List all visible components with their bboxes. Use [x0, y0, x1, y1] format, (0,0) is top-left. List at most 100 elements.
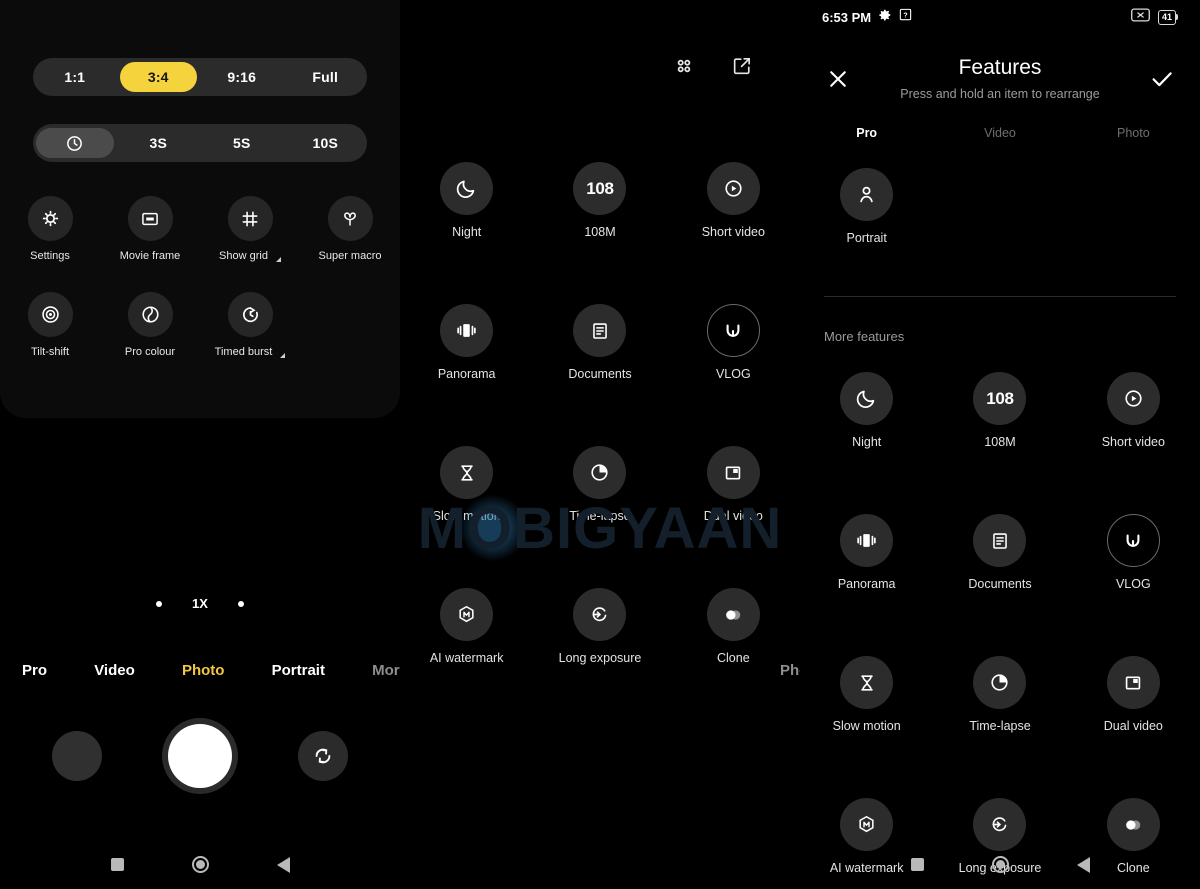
timer-option-5s[interactable]: 5S [203, 128, 281, 158]
circle-home-icon[interactable] [191, 856, 209, 873]
edit-icon[interactable] [728, 52, 756, 80]
gear-icon [878, 8, 892, 27]
panorama-icon [440, 304, 494, 357]
aspect-ratio-option-full[interactable]: Full [287, 62, 365, 92]
mode-more[interactable]: More [372, 662, 400, 679]
tab-pro[interactable]: Pro [800, 126, 933, 140]
android-nav-bar [800, 840, 1200, 889]
feature-short-video[interactable]: Short video [667, 162, 800, 239]
gallery-thumbnail-button[interactable] [52, 730, 102, 781]
mode-pro[interactable]: Pro [22, 662, 47, 679]
play-circle-icon [706, 162, 760, 215]
feature-slow-motion[interactable]: Slow motion [800, 656, 933, 733]
vlog-icon [706, 304, 760, 357]
tab-video[interactable]: Video [933, 126, 1066, 140]
status-bar-left: 6:53 PM ? [822, 8, 912, 27]
square-recents-icon[interactable] [910, 858, 924, 871]
tilt-shift-icon [27, 292, 73, 337]
tool-movie-frame[interactable]: Movie frame [100, 196, 200, 262]
feature-dual-video[interactable]: Dual video [1067, 656, 1200, 733]
battery-cap [1176, 14, 1178, 20]
flip-camera-button[interactable] [298, 730, 348, 781]
feature-slow-motion[interactable]: Slow motion [400, 446, 533, 523]
timer-off-icon[interactable] [36, 128, 114, 158]
feature-short-video[interactable]: Short video [1067, 372, 1200, 449]
tool-super-macro[interactable]: Super macro [300, 196, 400, 262]
feature-night[interactable]: Night [400, 162, 533, 239]
feature-label: Documents [968, 577, 1032, 591]
feature-panorama[interactable]: Panorama [800, 514, 933, 591]
feature-ai-watermark[interactable]: AI watermark [400, 588, 533, 665]
feature-label: Night [452, 225, 482, 239]
tool-timed-burst[interactable]: Timed burst [200, 292, 300, 358]
feature-documents[interactable]: Documents [533, 304, 666, 381]
feature-label: Portrait [846, 231, 887, 245]
timer-option-3s[interactable]: 3S [120, 128, 198, 158]
feature-label: 108M [584, 225, 616, 239]
middle-camera-mode-bar[interactable]: Photo Portrait More [770, 655, 800, 685]
triangle-back-icon[interactable] [1076, 856, 1090, 873]
pinned-features-row: Portrait [800, 168, 1200, 245]
zoom-level-label: 1X [192, 596, 208, 611]
feature-long-exposure[interactable]: Long exposure [533, 588, 666, 665]
feature-portrait[interactable]: Portrait [800, 168, 933, 245]
shutter-controls [0, 717, 400, 794]
flip-camera-icon [315, 748, 331, 763]
circle-home-icon[interactable] [991, 856, 1009, 873]
triangle-back-icon[interactable] [276, 856, 290, 873]
feature-label: Time-lapse [969, 719, 1031, 733]
feature-panorama[interactable]: Panorama [400, 304, 533, 381]
settings-gear-icon [27, 196, 73, 241]
feature-label: Panorama [437, 367, 496, 381]
tool-settings[interactable]: Settings [0, 196, 100, 262]
features-mode-tabs[interactable]: Pro Video Photo [800, 126, 1200, 140]
camera-tools-grid: Settings Movie frame Show grid Super mac… [0, 196, 400, 358]
feature-documents[interactable]: Documents [933, 514, 1066, 591]
square-recents-icon[interactable] [110, 858, 124, 871]
tool-pro-colour[interactable]: Pro colour [100, 292, 200, 358]
vlog-icon [1106, 514, 1160, 567]
tool-tilt-shift[interactable]: Tilt-shift [0, 292, 100, 358]
tool-text: Pro colour [124, 346, 176, 358]
zoom-dot-right[interactable] [237, 600, 244, 607]
aspect-ratio-option-3-4[interactable]: 3:4 [119, 62, 197, 92]
feature-108m[interactable]: 108 108M [933, 372, 1066, 449]
mode-video[interactable]: Video [94, 662, 135, 679]
feature-time-lapse[interactable]: Time-lapse [933, 656, 1066, 733]
hourglass-icon [440, 446, 494, 499]
timer-selector[interactable]: 3S 5S 10S [33, 124, 367, 162]
feature-label: Panorama [837, 577, 896, 591]
feature-time-lapse[interactable]: Time-lapse [533, 446, 666, 523]
macro-flower-icon [327, 196, 373, 241]
page-subtitle: Press and hold an item to rearrange [900, 87, 1100, 101]
aspect-ratio-option-9-16[interactable]: 9:16 [203, 62, 281, 92]
feature-108m[interactable]: 108 108M [533, 162, 666, 239]
mode-portrait[interactable]: Portrait [272, 662, 325, 679]
long-exposure-icon [573, 588, 627, 641]
feature-vlog[interactable]: VLOG [1067, 514, 1200, 591]
feature-dual-video[interactable]: Dual video [667, 446, 800, 523]
shutter-button[interactable] [162, 717, 238, 794]
portrait-person-icon [840, 168, 894, 221]
more-features-heading: More features [824, 329, 905, 344]
zoom-dot-left[interactable] [156, 600, 163, 607]
aspect-ratio-option-1-1[interactable]: 1:1 [36, 62, 114, 92]
check-icon[interactable] [1148, 65, 1176, 93]
feature-clone[interactable]: Clone [667, 588, 800, 665]
feature-vlog[interactable]: VLOG [667, 304, 800, 381]
battery-indicator: 41 [1157, 9, 1178, 25]
108-text-icon: 108 [973, 372, 1027, 425]
mode-photo[interactable]: Photo [182, 662, 225, 679]
aspect-ratio-selector[interactable]: 1:1 3:4 9:16 Full [33, 58, 367, 96]
tab-photo[interactable]: Photo [1067, 126, 1200, 140]
tool-text: Tilt-shift [30, 346, 70, 358]
tool-show-grid[interactable]: Show grid [200, 196, 300, 262]
mode-photo[interactable]: Photo [780, 662, 800, 679]
timer-option-10s[interactable]: 10S [287, 128, 365, 158]
dual-video-icon [1106, 656, 1160, 709]
zoom-indicator[interactable]: 1X [0, 596, 400, 611]
feature-night[interactable]: Night [800, 372, 933, 449]
chevron-expand-icon [275, 352, 286, 358]
grid-view-icon[interactable] [670, 52, 698, 80]
camera-mode-bar[interactable]: Pro Video Photo Portrait More [0, 655, 400, 685]
